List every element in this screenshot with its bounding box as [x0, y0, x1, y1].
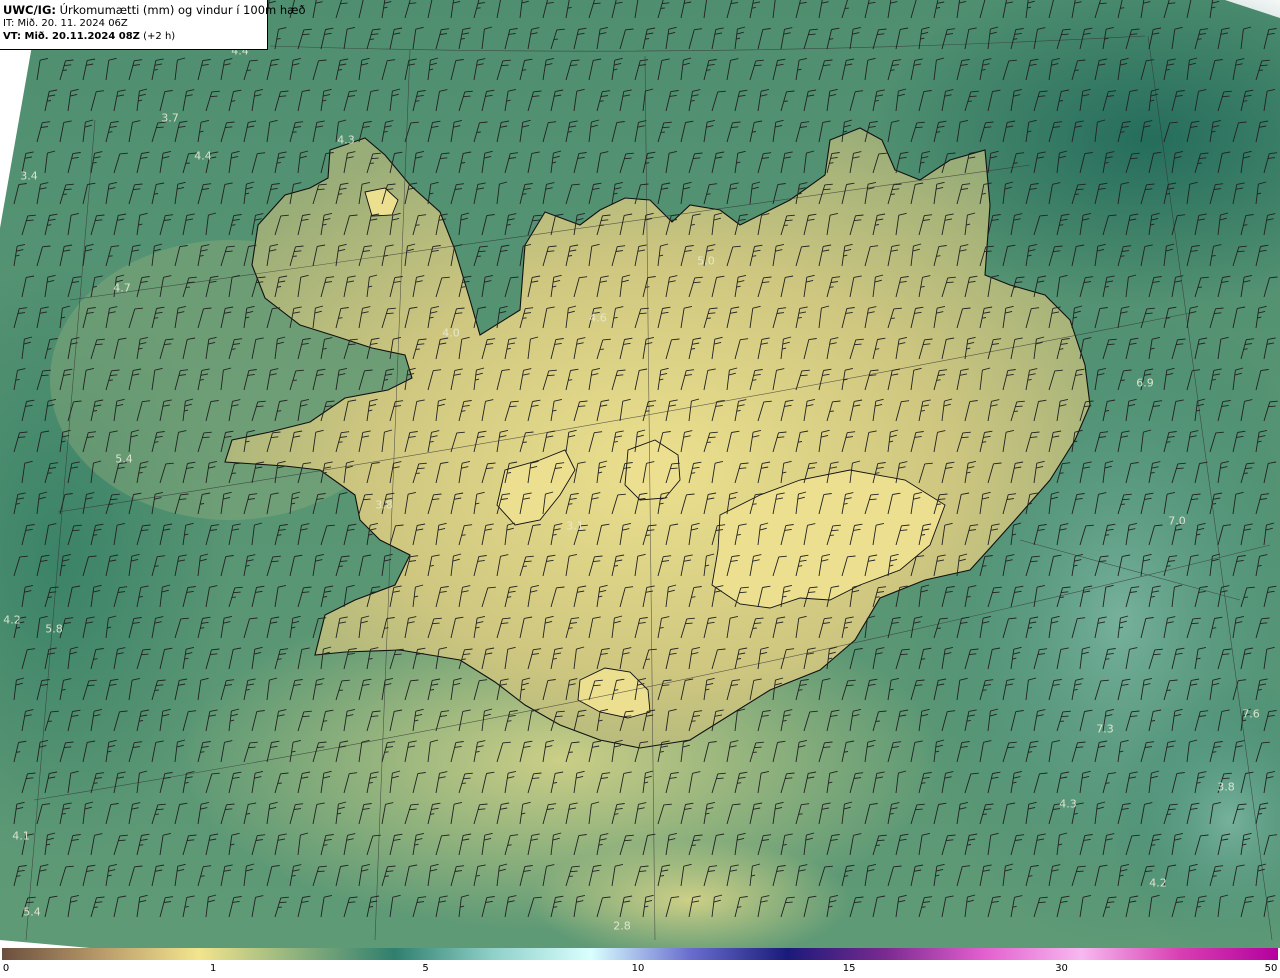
map-value-label: 6.9 — [1136, 376, 1154, 390]
valid-offset: (+2 h) — [143, 31, 176, 42]
map-value-label: 5.4 — [23, 905, 41, 919]
colorbar-gradient — [2, 948, 1278, 960]
colorbar-tick-label: 1 — [209, 963, 217, 974]
precipitation-wind-map[interactable] — [0, 0, 1280, 948]
colorbar-tick-label: 0 — [2, 963, 10, 974]
map-value-label: 7.6 — [1242, 707, 1260, 721]
title-line: UWC/IG: Úrkomumætti (mm) og vindur í 100… — [3, 3, 306, 17]
initial-time: Mið. 20. 11. 2024 06Z — [17, 18, 128, 29]
info-box: UWC/IG: Úrkomumætti (mm) og vindur í 100… — [0, 0, 306, 50]
map-value-label: 4.0 — [442, 326, 460, 340]
map-value-label: 5.0 — [697, 254, 715, 268]
colorbar-tick-label: 15 — [842, 963, 856, 974]
map-value-label: 4.1 — [12, 829, 30, 843]
map-value-label: 5.8 — [45, 622, 63, 636]
map-value-label: 4.7 — [113, 281, 131, 295]
map-value-label: 4.6 — [589, 311, 607, 325]
map-value-label: 5.4 — [115, 452, 133, 466]
map-value-label: 4.3 — [337, 133, 355, 147]
map-value-label: 3.8 — [375, 498, 393, 512]
valid-time: VT: Mið. 20.11.2024 08Z — [3, 31, 140, 42]
map-value-label: 3.7 — [161, 111, 179, 125]
colorbar-tick-label: 5 — [422, 963, 429, 974]
map-panel[interactable]: UWC/IG: Úrkomumætti (mm) og vindur í 100… — [0, 0, 1280, 948]
map-value-label: 4.3 — [1059, 797, 1077, 811]
colorbar-tick-label: 10 — [631, 963, 645, 974]
colorbar-tick-label: 50 — [1264, 963, 1278, 974]
map-value-label: 7.3 — [1096, 722, 1114, 736]
map-value-label: 3.1 — [566, 519, 584, 533]
map-value-label: 3.8 — [1217, 780, 1235, 794]
valid-time-line: VT: Mið. 20.11.2024 08Z (+2 h) — [3, 30, 264, 43]
initial-label: IT: — [3, 18, 15, 29]
map-value-label: 2.8 — [613, 919, 631, 933]
map-value-label: 4.2 — [3, 613, 21, 627]
map-value-label: 7.0 — [1168, 514, 1186, 528]
parameter-label: Úrkomumætti (mm) og vindur í 100m hæð — [59, 3, 306, 17]
colorbar: 0 1 5 10 15 30 50 — [0, 948, 1280, 978]
map-value-label: 4.4 — [194, 149, 212, 163]
model-label: UWC/IG: — [3, 3, 56, 17]
colorbar-tick-label: 30 — [1055, 963, 1068, 974]
map-value-label: 4.2 — [1149, 876, 1167, 890]
map-value-label: 3.4 — [20, 169, 38, 183]
initial-time-line: IT: Mið. 20. 11. 2024 06Z — [3, 17, 264, 30]
